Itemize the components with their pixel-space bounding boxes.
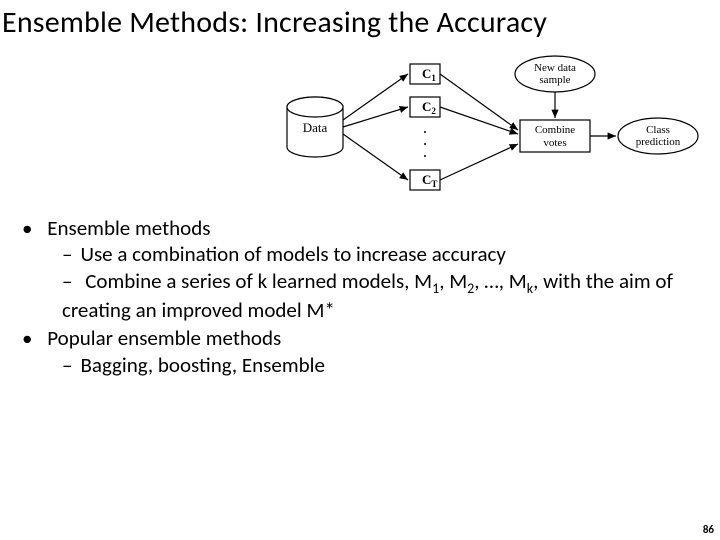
classifier-c1-box: C1 — [410, 64, 440, 84]
bullet-1: Ensemble methods Use a combination of mo… — [20, 215, 700, 323]
bullet-2: Popular ensemble methods Bagging, boosti… — [20, 325, 700, 378]
classifier-c2-box: C2 — [410, 97, 440, 117]
slide-title: Ensemble Methods: Increasing the Accurac… — [0, 0, 720, 41]
svg-text:votes: votes — [543, 137, 566, 149]
page-number: 86 — [703, 523, 714, 536]
bullet-2-1: Bagging, boosting, Ensemble — [62, 352, 700, 378]
combine-votes-box: Combine votes — [520, 120, 590, 152]
data-label: Data — [303, 120, 328, 135]
new-sample-node: New data sample — [515, 56, 595, 92]
bullet-content: Ensemble methods Use a combination of mo… — [20, 215, 700, 380]
ensemble-diagram: Data C1 C2 CT New data sample Combine vo… — [280, 52, 700, 202]
svg-text:sample: sample — [539, 74, 570, 86]
bullet-1-2: Combine a series of k learned models, M1… — [62, 268, 700, 324]
data-cylinder-icon: Data — [287, 97, 343, 157]
classifier-ct-box: CT — [410, 170, 440, 190]
bullet-1-1: Use a combination of models to increase … — [62, 241, 700, 267]
svg-text:Combine: Combine — [535, 124, 575, 136]
svg-text:prediction: prediction — [636, 136, 681, 148]
svg-text:New data: New data — [534, 62, 576, 74]
svg-text:Class: Class — [646, 124, 670, 136]
class-prediction-node: Class prediction — [618, 118, 698, 154]
